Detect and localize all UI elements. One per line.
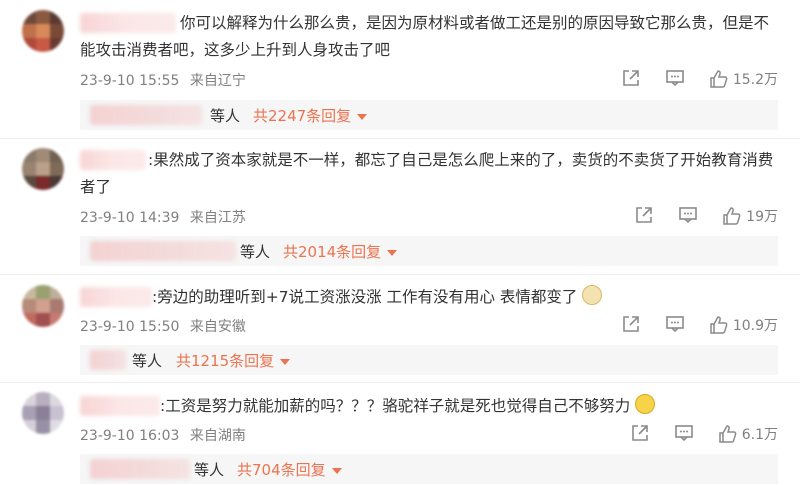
- view-replies-link[interactable]: 共704条回复: [237, 459, 342, 480]
- comment-meta: 23-9-10 15:55 来自辽宁: [80, 70, 252, 90]
- like-button[interactable]: 6.1万: [718, 424, 778, 444]
- comment-time: 23-9-10 15:50: [80, 319, 180, 335]
- avatar[interactable]: [22, 285, 64, 327]
- comment-actions: 19万: [612, 205, 778, 227]
- share-icon[interactable]: [621, 314, 643, 336]
- view-replies-link[interactable]: 共2014条回复: [283, 241, 398, 262]
- comment-text-body: :旁边的助理听到+7说工资涨没涨 工作有没有用心 表情都变了: [152, 288, 578, 306]
- comment-meta: 23-9-10 16:03 来自湖南: [80, 425, 252, 445]
- view-replies-link[interactable]: 共2247条回复: [253, 105, 368, 126]
- avatar[interactable]: [22, 148, 64, 190]
- thumbs-up-icon: [722, 206, 742, 226]
- comment-text: 你可以解释为什么那么贵，是因为原材料或者做工还是别的原因导致它那么贵，但是不能攻…: [80, 14, 770, 59]
- chevron-down-icon: [280, 358, 291, 365]
- replier-names-blurred[interactable]: [90, 350, 126, 370]
- comment-icon[interactable]: [678, 205, 700, 227]
- comment-icon[interactable]: [665, 68, 687, 90]
- reply-total: 共1215条回复: [176, 352, 275, 370]
- surprised-dog-emoji-icon: [582, 285, 603, 305]
- comment-icon[interactable]: [674, 423, 696, 445]
- divider: [0, 274, 800, 275]
- reply-summary: 等人 共2247条回复: [80, 100, 778, 130]
- like-button[interactable]: 15.2万: [709, 69, 778, 89]
- replier-names-blurred[interactable]: [90, 241, 236, 261]
- comment-location: 来自安徽: [189, 319, 246, 335]
- comment-time: 23-9-10 16:03: [80, 428, 180, 444]
- sweat-smile-emoji-icon: [635, 394, 656, 414]
- reply-summary: 等人 共704条回复: [80, 454, 778, 484]
- comment-text-body: :工资是努力就能加薪的吗？？？骆驼祥子就是死也觉得自己不够努力: [160, 397, 631, 415]
- avatar[interactable]: [22, 10, 64, 52]
- reply-etc: 等人: [240, 243, 271, 261]
- like-button[interactable]: 10.9万: [709, 315, 778, 335]
- like-count: 6.1万: [741, 427, 778, 443]
- like-button[interactable]: 19万: [722, 206, 778, 226]
- thumbs-up-icon: [709, 315, 729, 335]
- share-icon[interactable]: [621, 68, 643, 90]
- divider: [0, 382, 800, 383]
- divider: [0, 138, 800, 139]
- chevron-down-icon: [357, 113, 368, 120]
- avatar[interactable]: [22, 392, 64, 434]
- comment-text: :果然成了资本家就是不一样，都忘了自己是怎么爬上来的了，卖货的不卖货了开始教育消…: [80, 151, 774, 196]
- replier-names-blurred[interactable]: [90, 459, 190, 479]
- comment-meta: 23-9-10 14:39 来自江苏: [80, 207, 252, 227]
- comment-text: :旁边的助理听到+7说工资涨没涨 工作有没有用心 表情都变了: [80, 284, 780, 311]
- chevron-down-icon: [331, 467, 342, 474]
- reply-etc: 等人: [132, 352, 163, 370]
- chevron-down-icon: [387, 249, 398, 256]
- thumbs-up-icon: [718, 424, 738, 444]
- comment-location: 来自江苏: [189, 210, 246, 226]
- reply-total: 共2014条回复: [283, 243, 382, 261]
- comment-icon[interactable]: [665, 314, 687, 336]
- reply-etc: 等人: [194, 461, 225, 479]
- share-icon[interactable]: [630, 423, 652, 445]
- replier-names-blurred[interactable]: [90, 105, 202, 125]
- like-count: 19万: [746, 209, 778, 225]
- comment-text: :工资是努力就能加薪的吗？？？骆驼祥子就是死也觉得自己不够努力: [80, 393, 780, 420]
- view-replies-link[interactable]: 共1215条回复: [176, 350, 291, 371]
- comment-location: 来自辽宁: [189, 73, 246, 89]
- comment-time: 23-9-10 14:39: [80, 210, 180, 226]
- reply-etc: 等人: [210, 107, 241, 125]
- comment-actions: 15.2万: [599, 68, 778, 90]
- reply-total: 共2247条回复: [253, 107, 352, 125]
- reply-summary: 等人 共2014条回复: [80, 236, 778, 266]
- reply-summary: 等人 共1215条回复: [80, 345, 778, 375]
- like-count: 15.2万: [732, 72, 778, 88]
- comment-time: 23-9-10 15:55: [80, 73, 180, 89]
- comment-meta: 23-9-10 15:50 来自安徽: [80, 316, 252, 336]
- reply-total: 共704条回复: [237, 461, 326, 479]
- like-count: 10.9万: [732, 318, 778, 334]
- share-icon[interactable]: [634, 205, 656, 227]
- thumbs-up-icon: [709, 69, 729, 89]
- comment-location: 来自湖南: [189, 428, 246, 444]
- comment-actions: 6.1万: [608, 423, 778, 445]
- comment-actions: 10.9万: [599, 314, 778, 336]
